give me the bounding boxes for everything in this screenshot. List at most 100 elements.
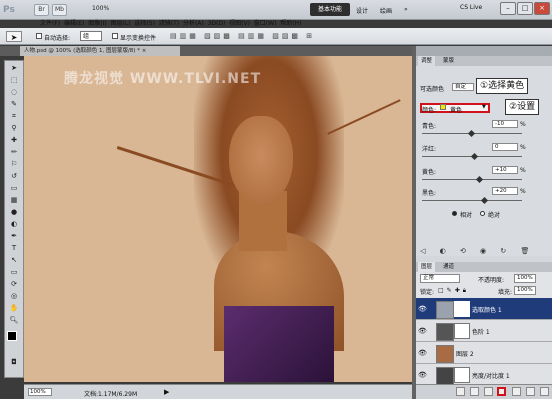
bridge-button[interactable]: Br (34, 4, 49, 16)
black-slider[interactable] (422, 200, 522, 201)
yellow-field[interactable]: +10 (492, 166, 518, 174)
black-unit: % (520, 188, 526, 195)
lasso-tool-icon[interactable]: ◌ (8, 87, 20, 97)
document-tab[interactable]: 人物.psd @ 100% (选取颜色 1, 图层蒙版/8) * × (20, 46, 180, 56)
absolute-radio[interactable] (480, 211, 485, 216)
status-arrow-icon[interactable]: ▶ (164, 388, 169, 396)
trash-icon[interactable] (540, 387, 549, 396)
auto-select-dropdown[interactable]: 组 (80, 31, 102, 41)
type-tool-icon[interactable]: T (8, 243, 20, 253)
lock-label: 锁定: (420, 289, 435, 296)
menu-view[interactable]: 视图(V) (229, 20, 250, 27)
pen-tool-icon[interactable]: ✒ (8, 231, 20, 241)
zoom-tool-icon[interactable]: 🔍︎ (8, 315, 20, 325)
new-adjustment-layer-icon[interactable] (497, 387, 506, 396)
relative-radio[interactable] (452, 211, 457, 216)
brush-tool-icon[interactable]: ✏ (8, 147, 20, 157)
adjustment-footer-icons[interactable]: ◁ ◐ ⟲ ◉ ↻ 🗑︎ (420, 247, 548, 257)
layer-name: 色阶 1 (472, 329, 490, 336)
menu-window[interactable]: 窗口(W) (254, 20, 277, 27)
minimize-icon[interactable]: – (500, 2, 516, 15)
move-tool-preset-icon[interactable]: ➤ (6, 31, 22, 42)
blend-mode-dropdown[interactable]: 正常 (420, 274, 460, 283)
3d-rotate-tool-icon[interactable]: ⟳ (8, 279, 20, 289)
eraser-tool-icon[interactable]: ▭ (8, 183, 20, 193)
menu-help[interactable]: 帮助(H) (280, 20, 301, 27)
face-shape (229, 116, 293, 204)
yellow-slider[interactable] (422, 179, 522, 180)
healing-tool-icon[interactable]: ✚ (8, 135, 20, 145)
eye-icon[interactable]: 👁︎ (418, 371, 427, 379)
close-icon[interactable]: × (534, 2, 550, 15)
dodge-tool-icon[interactable]: ◐ (8, 219, 20, 229)
menu-3d[interactable]: 3D(D) (208, 20, 226, 27)
new-layer-icon[interactable] (526, 387, 535, 396)
layer-row[interactable]: 👁︎ 色阶 1 (416, 320, 552, 342)
shape-tool-icon[interactable]: ▭ (8, 267, 20, 277)
menu-file[interactable]: 文件(F) (40, 20, 60, 27)
minibridge-button[interactable]: Mb (52, 4, 67, 16)
eye-icon[interactable]: 👁︎ (418, 327, 427, 335)
black-label: 黑色: (422, 190, 437, 197)
hand-tool-icon[interactable]: ✋ (8, 303, 20, 313)
status-bar: 100% 文档:1.17M/6.29M ▶ (24, 384, 412, 399)
lock-icons[interactable]: □✎✚🔒︎ (438, 287, 469, 295)
crop-tool-icon[interactable]: ⌗ (8, 111, 20, 121)
menu-image[interactable]: 图像(I) (88, 20, 106, 27)
menu-filter[interactable]: 滤镜(T) (159, 20, 179, 27)
opacity-field[interactable]: 100% (514, 274, 536, 283)
black-field[interactable]: +20 (492, 187, 518, 195)
workspace-design[interactable]: 设计 (356, 6, 368, 15)
align-buttons[interactable]: ▤▥▦ ▧▨▩ ▤▥▦ ▧▨▩ ⊞ (170, 32, 400, 42)
menu-analysis[interactable]: 分析(A) (183, 20, 204, 27)
magenta-unit: % (520, 144, 526, 151)
document-close-icon[interactable]: × (142, 48, 147, 54)
workspace-essentials-button[interactable]: 基本功能 (310, 3, 350, 16)
magenta-field[interactable]: 0 (492, 143, 518, 151)
add-mask-icon[interactable] (484, 387, 493, 396)
layer-row[interactable]: 👁︎ 亮度/对比度 1 (416, 364, 552, 386)
zoom-field[interactable]: 100% (28, 388, 52, 396)
gradient-tool-icon[interactable]: ▦ (8, 195, 20, 205)
tab-adjustments[interactable]: 调整 (418, 56, 436, 66)
quick-mask-icon[interactable]: ◘ (8, 357, 20, 367)
quick-select-tool-icon[interactable]: ✎ (8, 99, 20, 109)
move-tool-icon[interactable]: ➤ (8, 63, 20, 73)
path-select-tool-icon[interactable]: ↖ (8, 255, 20, 265)
layers-tab-strip (416, 262, 552, 272)
maximize-icon[interactable]: □ (517, 2, 533, 15)
auto-select-checkbox[interactable] (36, 33, 42, 39)
image-canvas[interactable]: 腾龙视觉 WWW.TLVI.NET (24, 56, 412, 382)
menu-layer[interactable]: 图层(L) (111, 20, 131, 27)
show-transform-checkbox[interactable] (112, 33, 118, 39)
preset-dropdown[interactable]: 自定 (452, 83, 474, 91)
cyan-field[interactable]: -10 (492, 120, 518, 128)
menu-bar: 文件(F) 编辑(E) 图像(I) 图层(L) 选择(S) 滤镜(T) 分析(A… (40, 18, 340, 28)
tab-channels[interactable]: 通道 (440, 262, 457, 272)
eyedropper-tool-icon[interactable]: ⚲ (8, 123, 20, 133)
cs-live-button[interactable]: CS Live (460, 4, 482, 11)
tab-layers[interactable]: 图层 (418, 262, 436, 272)
marquee-tool-icon[interactable]: ⬚ (8, 75, 20, 85)
new-group-icon[interactable] (512, 387, 521, 396)
history-brush-icon[interactable]: ↺ (8, 171, 20, 181)
layer-row[interactable]: 👁︎ 图层 2 (416, 342, 552, 364)
mask-thumb (454, 367, 470, 383)
3d-orbit-tool-icon[interactable]: ◎ (8, 291, 20, 301)
zoom-quick[interactable]: 100% (92, 5, 109, 12)
stamp-tool-icon[interactable]: ⚐ (8, 159, 20, 169)
foreground-color-swatch[interactable] (7, 331, 17, 341)
menu-edit[interactable]: 编辑(E) (64, 20, 84, 27)
fill-field[interactable]: 100% (514, 286, 536, 295)
blur-tool-icon[interactable]: ● (8, 207, 20, 217)
opacity-label: 不透明度: (478, 277, 505, 284)
link-layers-icon[interactable] (456, 387, 465, 396)
fx-icon[interactable] (470, 387, 479, 396)
workspace-more[interactable]: » (404, 6, 408, 13)
tab-masks[interactable]: 蒙版 (440, 56, 457, 66)
eye-icon[interactable]: 👁︎ (418, 349, 427, 357)
workspace-painting[interactable]: 绘画 (380, 6, 392, 15)
eye-icon[interactable]: 👁︎ (418, 305, 427, 313)
menu-select[interactable]: 选择(S) (134, 20, 155, 27)
layer-row[interactable]: 👁︎ 选取颜色 1 (416, 298, 552, 320)
